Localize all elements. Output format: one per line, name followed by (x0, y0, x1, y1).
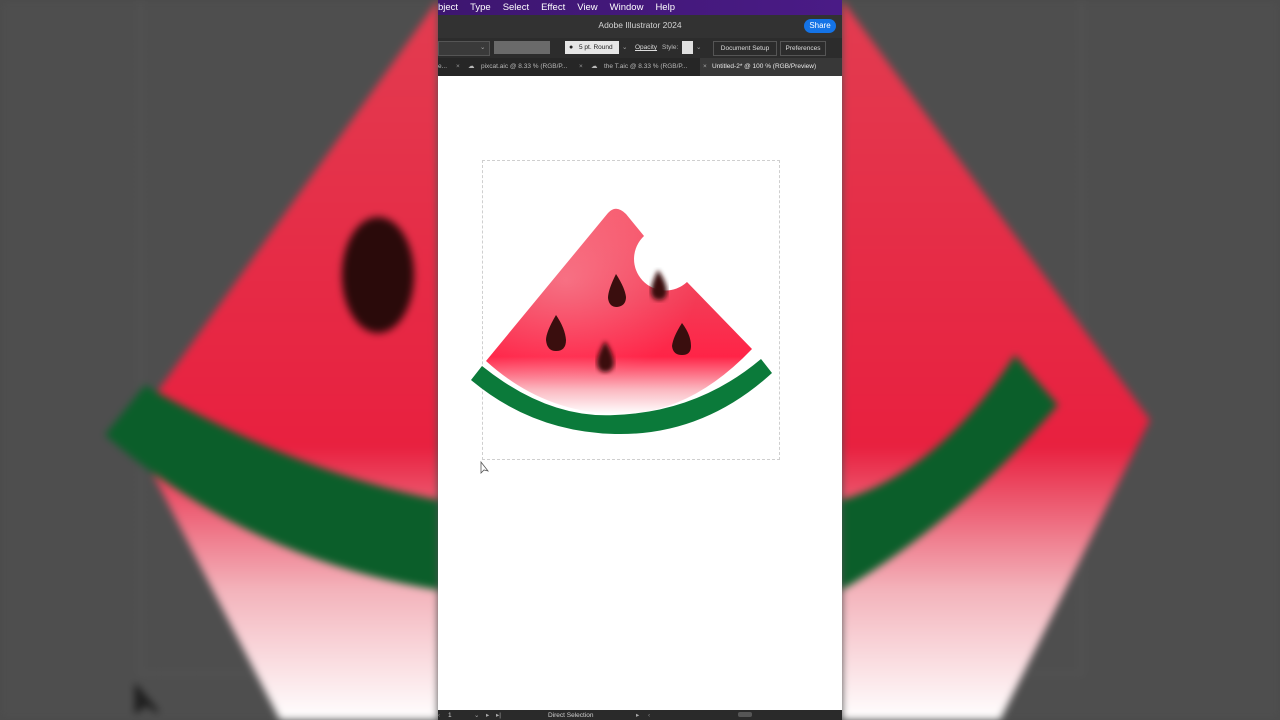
chevron-left-icon[interactable]: ‹ (648, 711, 650, 720)
control-bar: ⌄ ● 5 pt. Round ⌄ Opacity Style: ⌄ Docum… (438, 38, 842, 58)
artboard-number[interactable]: 1 (448, 711, 452, 720)
style-label: Style: (662, 44, 679, 51)
dot-icon: ● (569, 44, 574, 51)
direct-selection-cursor-icon (480, 460, 490, 474)
tab-untitled-2[interactable]: × Untitled-2* @ 100 % (RGB/Preview) (700, 58, 842, 76)
tab-label: pixcat.aic @ 8.33 % (RGB/P... (481, 63, 568, 70)
illustrator-window: bject Type Select Effect View Window Hel… (438, 0, 842, 720)
menu-object[interactable]: bject (438, 2, 458, 13)
document-tabs: e... × ☁ pixcat.aic @ 8.33 % (RGB/P... ×… (438, 58, 842, 76)
tab-the-t[interactable]: ☁ the T.aic @ 8.33 % (RGB/P... (591, 58, 695, 76)
chevron-down-icon[interactable]: ⌄ (696, 41, 701, 54)
app-title: Adobe Illustrator 2024 (598, 20, 682, 30)
canvas[interactable] (438, 76, 842, 710)
close-icon[interactable]: × (703, 58, 707, 76)
graphic-style-swatch[interactable] (682, 41, 693, 54)
chevron-down-icon[interactable]: ⌄ (480, 41, 485, 54)
menu-type[interactable]: Type (470, 2, 491, 13)
brush-label: 5 pt. Round (579, 44, 613, 51)
menu-effect[interactable]: Effect (541, 2, 565, 13)
menu-window[interactable]: Window (610, 2, 644, 13)
variable-width-profile[interactable] (494, 41, 550, 54)
close-icon[interactable]: × (579, 58, 583, 76)
menu-select[interactable]: Select (503, 2, 529, 13)
close-icon[interactable]: × (456, 58, 460, 76)
play-icon[interactable]: ▸ (636, 711, 639, 720)
preferences-button[interactable]: Preferences (780, 41, 826, 56)
opacity-link[interactable]: Opacity (635, 41, 657, 54)
document-setup-button[interactable]: Document Setup (713, 41, 777, 56)
menu-bar: bject Type Select Effect View Window Hel… (438, 0, 842, 15)
tab-truncated[interactable]: e... (438, 58, 454, 76)
next-artboard-icon[interactable]: ▸ (486, 711, 489, 720)
current-tool-label: Direct Selection (548, 712, 594, 719)
cloud-icon: ☁ (591, 63, 598, 70)
menu-help[interactable]: Help (655, 2, 675, 13)
tab-pixcat[interactable]: ☁ pixcat.aic @ 8.33 % (RGB/P... (468, 58, 574, 76)
status-bar: ‹ 1 ⌄ ▸ ▸| Direct Selection ▸ ‹ (438, 710, 842, 720)
cloud-icon: ☁ (468, 63, 475, 70)
last-artboard-icon[interactable]: ▸| (496, 711, 501, 720)
seed (651, 270, 667, 300)
tab-label: Untitled-2* @ 100 % (RGB/Preview) (712, 63, 817, 70)
share-button[interactable]: Share (804, 19, 836, 33)
horizontal-scrollbar[interactable] (738, 712, 752, 717)
menu-view[interactable]: View (577, 2, 597, 13)
chevron-left-icon[interactable]: ‹ (438, 711, 440, 720)
chevron-down-icon[interactable]: ⌄ (474, 711, 479, 720)
watermelon-illustration[interactable] (438, 76, 842, 710)
brush-definition-dropdown[interactable]: ● 5 pt. Round (565, 41, 619, 54)
tab-label: the T.aic @ 8.33 % (RGB/P... (604, 63, 688, 70)
title-bar: Adobe Illustrator 2024 Share (438, 15, 842, 38)
chevron-down-icon[interactable]: ⌄ (622, 41, 627, 54)
